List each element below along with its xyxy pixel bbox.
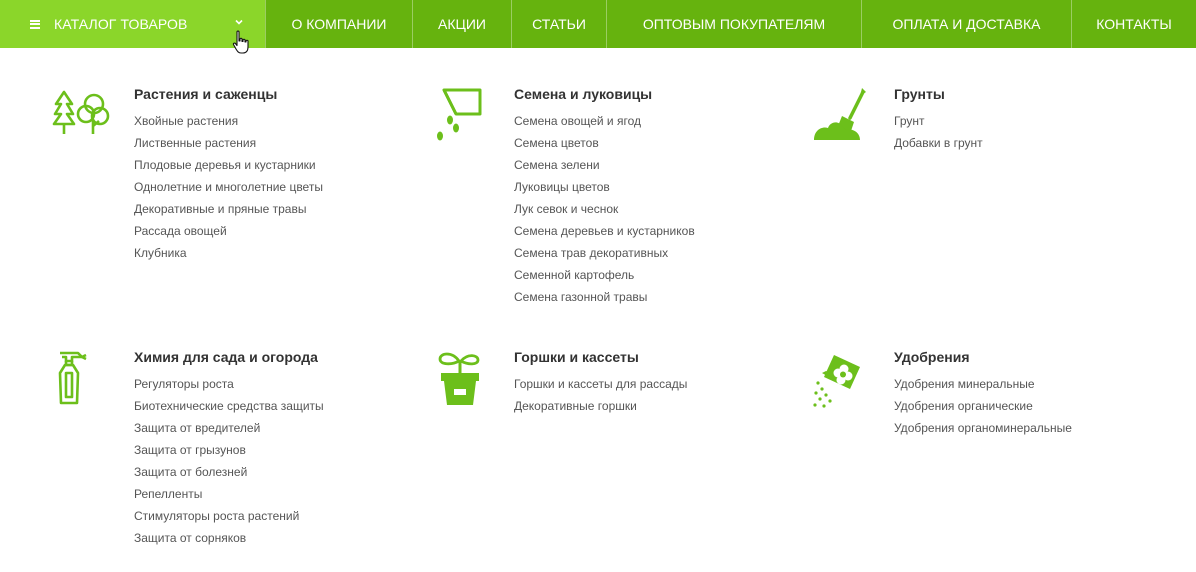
category-link[interactable]: Однолетние и многолетние цветы [134,176,323,198]
category-plants: Растения и саженцы Хвойные растения Лист… [52,86,392,286]
category-link[interactable]: Защита от грызунов [134,439,324,461]
catalog-button[interactable]: КАТАЛОГ ТОВАРОВ [0,0,265,48]
category-title: Химия для сада и огорода [134,349,318,365]
nav-wholesale[interactable]: ОПТОВЫМ ПОКУПАТЕЛЯМ [606,0,861,48]
shovel-soil-icon [814,88,866,140]
category-link[interactable]: Плодовые деревья и кустарники [134,154,323,176]
nav-payment-delivery[interactable]: ОПЛАТА И ДОСТАВКА [861,0,1071,48]
category-link[interactable]: Регуляторы роста [134,373,324,395]
category-title: Растения и саженцы [134,86,278,102]
category-link[interactable]: Семена трав декоративных [514,242,695,264]
category-link[interactable]: Защита от сорняков [134,527,324,549]
menu-icon [30,19,40,29]
category-link[interactable]: Семенной картофель [514,264,695,286]
category-link[interactable]: Семена цветов [514,132,695,154]
category-title: Семена и луковицы [514,86,653,102]
nav-articles[interactable]: СТАТЬИ [511,0,606,48]
catalog-label: КАТАЛОГ ТОВАРОВ [54,16,188,32]
fertilizer-bag-icon [813,355,860,408]
seed-packet-icon [437,88,482,141]
nav-about[interactable]: О КОМПАНИИ [265,0,412,48]
category-link[interactable]: Стимуляторы роста растений [134,505,324,527]
category-chemicals: Химия для сада и огорода Регуляторы рост… [52,349,392,559]
category-seeds: Семена и луковицы Семена овощей и ягод С… [432,86,772,316]
category-fertilizers: Удобрения Удобрения минеральные Удобрени… [812,349,1152,449]
category-link[interactable]: Клубника [134,242,323,264]
category-link[interactable]: Рассада овощей [134,220,323,242]
nav-promotions[interactable]: АКЦИИ [412,0,511,48]
top-navigation: КАТАЛОГ ТОВАРОВ О КОМПАНИИ АКЦИИ СТАТЬИ … [0,0,1196,48]
category-link[interactable]: Лук севок и чеснок [514,198,695,220]
category-link[interactable]: Удобрения органоминеральные [894,417,1072,439]
plant-pot-icon [438,352,480,405]
category-link[interactable]: Лиственные растения [134,132,323,154]
category-link[interactable]: Луковицы цветов [514,176,695,198]
category-link[interactable]: Семена овощей и ягод [514,110,695,132]
category-title: Грунты [894,86,945,102]
spray-bottle-icon [58,351,87,405]
hand-cursor-icon [232,30,249,54]
trees-icon [52,90,110,134]
category-link[interactable]: Добавки в грунт [894,132,983,154]
category-title: Горшки и кассеты [514,349,639,365]
category-link[interactable]: Защита от вредителей [134,417,324,439]
nav-contacts[interactable]: КОНТАКТЫ [1071,0,1196,48]
category-title: Удобрения [894,349,970,365]
category-link[interactable]: Семена зелени [514,154,695,176]
category-link[interactable]: Биотехнические средства защиты [134,395,324,417]
chevron-down-icon [235,19,243,25]
category-link[interactable]: Репелленты [134,483,324,505]
category-link[interactable]: Удобрения минеральные [894,373,1072,395]
category-pots: Горшки и кассеты Горшки и кассеты для ра… [432,349,772,429]
category-link[interactable]: Защита от болезней [134,461,324,483]
category-link[interactable]: Удобрения органические [894,395,1072,417]
category-link[interactable]: Грунт [894,110,983,132]
category-link[interactable]: Декоративные горшки [514,395,687,417]
category-link[interactable]: Семена газонной травы [514,286,695,308]
category-link[interactable]: Декоративные и пряные травы [134,198,323,220]
category-link[interactable]: Горшки и кассеты для рассады [514,373,687,395]
category-link[interactable]: Хвойные растения [134,110,323,132]
category-soil: Грунты Грунт Добавки в грунт [812,86,1152,166]
category-link[interactable]: Семена деревьев и кустарников [514,220,695,242]
